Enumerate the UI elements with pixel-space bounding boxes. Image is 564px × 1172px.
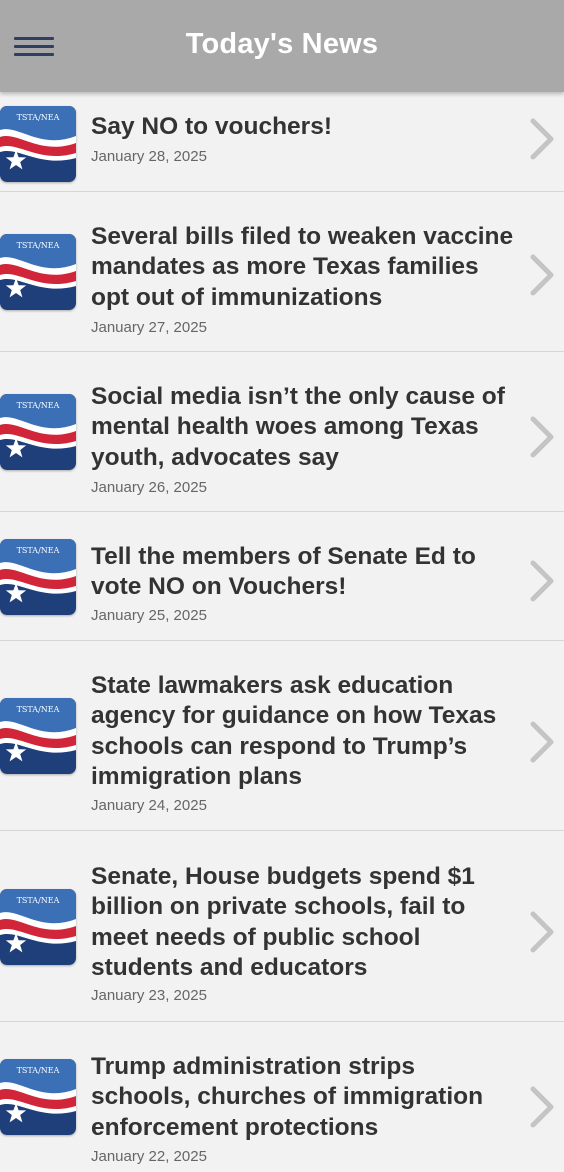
chevron-right-icon [526, 117, 558, 161]
news-list-item[interactable]: TSTA/NEA Tell the members of Senate Ed t… [0, 512, 564, 641]
page-title: Today's News [185, 28, 379, 60]
svg-text:TSTA/NEA: TSTA/NEA [17, 1066, 60, 1075]
tsta-nea-logo: TSTA/NEA [0, 106, 76, 182]
app-header: Today's News [0, 0, 564, 92]
svg-text:TSTA/NEA: TSTA/NEA [17, 113, 60, 122]
svg-text:TSTA/NEA: TSTA/NEA [17, 705, 60, 714]
news-list: TSTA/NEA Say NO to vouchers! January 28,… [0, 95, 564, 1172]
news-title: Senate, House budgets spend $1 billion o… [91, 863, 475, 981]
news-date: January 25, 2025 [91, 607, 207, 624]
tsta-nea-logo: TSTA/NEA [0, 698, 76, 774]
news-title: State lawmakers ask education agency for… [91, 672, 497, 790]
news-date: January 28, 2025 [91, 148, 207, 165]
svg-text:TSTA/NEA: TSTA/NEA [17, 241, 60, 250]
news-date: January 22, 2025 [91, 1148, 207, 1165]
news-list-item[interactable]: TSTA/NEA Trump administration strips sch… [0, 1022, 564, 1172]
chevron-right-icon [526, 720, 558, 764]
tsta-nea-logo: TSTA/NEA [0, 889, 76, 965]
news-title: Tell the members of Senate Ed to vote NO… [91, 543, 476, 601]
chevron-right-icon [526, 253, 558, 297]
news-date: January 27, 2025 [91, 319, 207, 336]
news-title: Several bills filed to weaken vaccine ma… [91, 223, 514, 311]
tsta-nea-logo: TSTA/NEA [0, 234, 76, 310]
news-title: Trump administration strips schools, chu… [91, 1053, 484, 1141]
news-list-item[interactable]: TSTA/NEA Several bills filed to weaken v… [0, 192, 564, 352]
svg-text:TSTA/NEA: TSTA/NEA [17, 896, 60, 905]
news-date: January 26, 2025 [91, 479, 207, 496]
news-list-item[interactable]: TSTA/NEA State lawmakers ask education a… [0, 641, 564, 831]
news-title: Social media isn’t the only cause of men… [91, 383, 505, 471]
news-date: January 24, 2025 [91, 797, 207, 814]
news-date: January 23, 2025 [91, 987, 207, 1004]
svg-text:TSTA/NEA: TSTA/NEA [17, 546, 60, 555]
chevron-right-icon [526, 559, 558, 603]
tsta-nea-logo: TSTA/NEA [0, 394, 76, 470]
chevron-right-icon [526, 415, 558, 459]
news-list-item[interactable]: TSTA/NEA Senate, House budgets spend $1 … [0, 831, 564, 1022]
chevron-right-icon [526, 1085, 558, 1129]
news-list-item[interactable]: TSTA/NEA Social media isn’t the only cau… [0, 352, 564, 512]
tsta-nea-logo: TSTA/NEA [0, 539, 76, 615]
chevron-right-icon [526, 910, 558, 954]
news-list-item[interactable]: TSTA/NEA Say NO to vouchers! January 28,… [0, 95, 564, 192]
news-title: Say NO to vouchers! [91, 113, 332, 140]
tsta-nea-logo: TSTA/NEA [0, 1059, 76, 1135]
svg-text:TSTA/NEA: TSTA/NEA [17, 401, 60, 410]
